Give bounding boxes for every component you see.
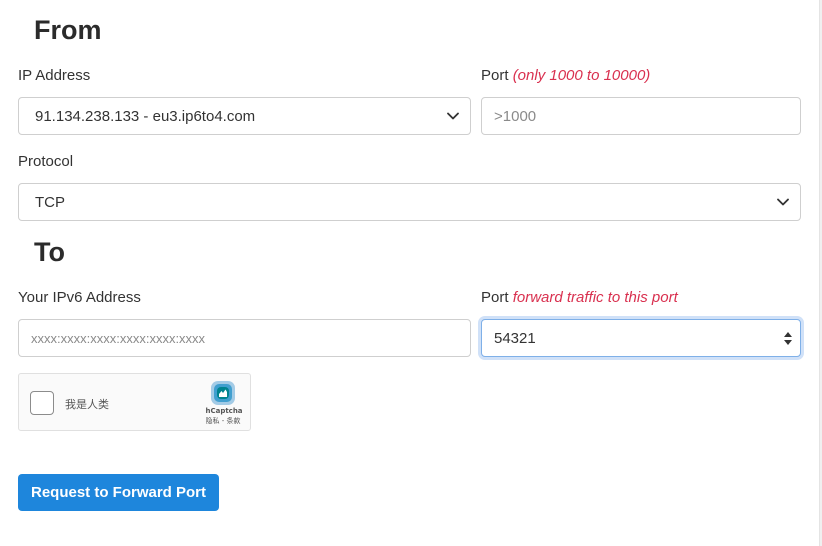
captcha-checkbox-label: 我是人类	[65, 398, 109, 411]
protocol-select[interactable]: TCP	[18, 183, 801, 221]
protocol-selected-value: TCP	[35, 193, 65, 211]
to-port-hint: forward traffic to this port	[512, 289, 678, 306]
hcaptcha-logo-icon	[209, 379, 237, 407]
from-section-title: From	[34, 15, 102, 45]
request-forward-port-button[interactable]: Request to Forward Port	[18, 474, 219, 511]
spinner-up-icon[interactable]	[784, 331, 792, 337]
hcaptcha-widget: 我是人类 hCaptcha 隐私 - 条款	[18, 373, 251, 431]
captcha-brand: hCaptcha	[205, 407, 243, 415]
captcha-checkbox[interactable]	[30, 391, 54, 415]
protocol-label-text: Protocol	[18, 153, 74, 170]
chevron-down-icon	[446, 109, 460, 123]
from-port-label: Port (only 1000 to 10000)	[481, 66, 650, 86]
ip-address-select[interactable]: 91.134.238.133 - eu3.ip6to4.com	[18, 97, 471, 135]
ip-address-label-text: IP Address	[18, 67, 91, 84]
to-port-label-text: Port	[481, 289, 509, 306]
from-port-input[interactable]	[481, 97, 801, 135]
ip-address-label: IP Address	[18, 66, 90, 86]
ipv6-label: Your IPv6 Address	[18, 288, 141, 308]
to-port-value: 54321	[494, 329, 536, 347]
port-forward-form: From IP Address 91.134.238.133 - eu3.ip6…	[0, 0, 822, 546]
chevron-down-icon	[776, 195, 790, 209]
captcha-privacy-terms-link[interactable]: 隐私 - 条款	[195, 416, 251, 426]
protocol-label: Protocol	[18, 152, 73, 172]
ipv6-address-input[interactable]	[18, 319, 471, 357]
from-port-hint: (only 1000 to 10000)	[512, 67, 651, 84]
to-port-number-input[interactable]: 54321	[481, 319, 801, 357]
ip-address-selected-value: 91.134.238.133 - eu3.ip6to4.com	[35, 107, 256, 125]
to-section-title: To	[34, 237, 65, 267]
spinner-down-icon[interactable]	[784, 339, 792, 345]
ipv6-label-text: Your IPv6 Address	[18, 289, 141, 306]
spinner-arrows-icon[interactable]	[784, 331, 792, 345]
from-port-label-text: Port	[481, 67, 509, 84]
to-port-label: Port forward traffic to this port	[481, 288, 678, 308]
